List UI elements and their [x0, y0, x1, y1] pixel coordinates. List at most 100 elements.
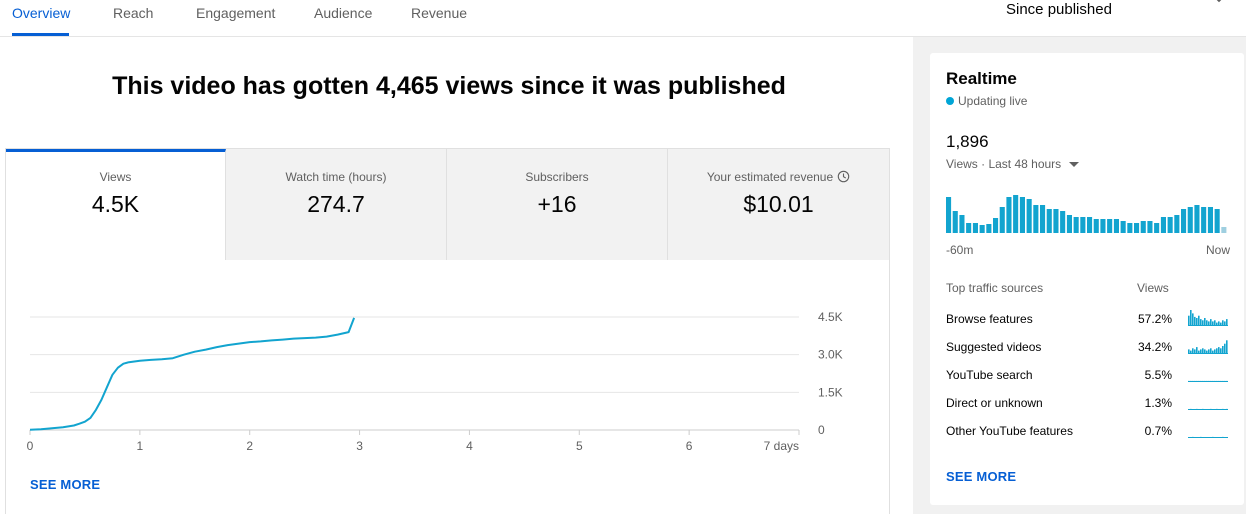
- realtime-bar[interactable]: [979, 225, 985, 233]
- tab-overview[interactable]: Overview: [12, 0, 70, 36]
- realtime-bar[interactable]: [966, 223, 972, 233]
- realtime-range-selector[interactable]: Views · Last 48 hours: [946, 157, 1080, 171]
- realtime-bar[interactable]: [993, 218, 999, 233]
- realtime-bar[interactable]: [1026, 199, 1032, 233]
- realtime-bar[interactable]: [1221, 227, 1227, 233]
- realtime-bar[interactable]: [1040, 205, 1046, 233]
- realtime-bar[interactable]: [1060, 211, 1066, 233]
- traffic-sparkline: [1188, 408, 1228, 410]
- realtime-bar[interactable]: [1147, 221, 1153, 233]
- realtime-bar[interactable]: [986, 224, 992, 233]
- realtime-bar[interactable]: [952, 211, 958, 233]
- sparkline-bar: [1210, 380, 1212, 382]
- sparkline-bar: [1214, 349, 1216, 354]
- realtime-bar[interactable]: [1013, 195, 1019, 233]
- realtime-bar[interactable]: [1167, 217, 1173, 233]
- realtime-bar[interactable]: [946, 197, 952, 233]
- realtime-bar[interactable]: [1207, 207, 1213, 233]
- sparkline-bar: [1204, 349, 1206, 354]
- realtime-axis-start: -60m: [946, 243, 974, 257]
- realtime-panel-bg: Realtime Updating live 1,896 Views · Las…: [913, 37, 1246, 514]
- see-more-link[interactable]: SEE MORE: [30, 477, 100, 492]
- sparkline-bar: [1206, 380, 1208, 382]
- realtime-bar[interactable]: [1140, 221, 1146, 233]
- realtime-bar[interactable]: [1127, 223, 1133, 233]
- sparkline-bar: [1202, 408, 1204, 410]
- realtime-bar[interactable]: [972, 223, 978, 233]
- realtime-bar[interactable]: [1120, 221, 1126, 233]
- sparkline-bar: [1222, 320, 1224, 326]
- sparkline-bar: [1212, 321, 1214, 326]
- realtime-bar[interactable]: [1187, 207, 1193, 233]
- sparkline-bar: [1212, 380, 1214, 382]
- realtime-bar[interactable]: [999, 207, 1005, 233]
- realtime-bar[interactable]: [1160, 217, 1166, 233]
- traffic-source-row: YouTube search 5.5%: [946, 368, 1230, 388]
- period-selector[interactable]: Since published: [1006, 1, 1112, 18]
- realtime-bar[interactable]: [1201, 207, 1207, 233]
- tab-reach[interactable]: Reach: [113, 0, 153, 36]
- sparkline-bar: [1224, 380, 1226, 382]
- sparkline-bar: [1196, 318, 1198, 326]
- realtime-bar[interactable]: [1113, 219, 1119, 233]
- traffic-source-percent: 0.7%: [1144, 424, 1172, 438]
- sparkline-bar: [1220, 322, 1222, 326]
- sparkline-bar: [1200, 436, 1202, 438]
- sparkline-bar: [1214, 380, 1216, 382]
- sparkline-bar: [1200, 380, 1202, 382]
- sparkline-bar: [1226, 408, 1228, 410]
- sparkline-bar: [1226, 380, 1228, 382]
- realtime-bar[interactable]: [1174, 215, 1180, 233]
- chevron-down-icon[interactable]: [1212, 0, 1226, 6]
- sparkline-bar: [1218, 321, 1220, 326]
- realtime-bar[interactable]: [1053, 209, 1059, 233]
- metrics-card: Views 4.5K Watch time (hours) 274.7 Subs…: [5, 148, 890, 514]
- realtime-bar[interactable]: [1006, 197, 1012, 233]
- traffic-source-name: YouTube search: [946, 368, 1033, 382]
- realtime-bar[interactable]: [1181, 209, 1187, 233]
- realtime-bar[interactable]: [1093, 219, 1099, 233]
- realtime-title: Realtime: [946, 69, 1017, 88]
- tab-audience[interactable]: Audience: [314, 0, 372, 36]
- realtime-bar[interactable]: [1080, 217, 1086, 233]
- traffic-source-name: Browse features: [946, 312, 1033, 326]
- realtime-bar[interactable]: [1214, 209, 1220, 233]
- realtime-bar[interactable]: [1073, 217, 1079, 233]
- realtime-see-more-link[interactable]: SEE MORE: [946, 469, 1016, 484]
- realtime-bar[interactable]: [959, 215, 965, 233]
- realtime-bar[interactable]: [1134, 223, 1140, 233]
- y-tick-label: 3.0K: [818, 348, 843, 362]
- live-status: Updating live: [946, 94, 1027, 108]
- sparkline-bar: [1210, 319, 1212, 326]
- traffic-source-percent: 1.3%: [1144, 396, 1172, 410]
- sparkline-bar: [1192, 348, 1194, 354]
- sparkline-bar: [1202, 380, 1204, 382]
- realtime-bar[interactable]: [1194, 205, 1200, 233]
- sparkline-bar: [1196, 380, 1198, 382]
- realtime-bar[interactable]: [1046, 209, 1052, 233]
- traffic-sources-header: Top traffic sources: [946, 281, 1044, 295]
- realtime-bar[interactable]: [1033, 205, 1039, 233]
- realtime-range-label: Views · Last 48 hours: [946, 157, 1062, 171]
- traffic-source-row: Direct or unknown 1.3%: [946, 396, 1230, 416]
- realtime-bar[interactable]: [1066, 215, 1072, 233]
- sparkline-bar: [1188, 349, 1190, 354]
- realtime-bar[interactable]: [1019, 197, 1025, 233]
- tab-engagement[interactable]: Engagement: [196, 0, 275, 36]
- caret-down-icon: [1069, 162, 1080, 167]
- realtime-bar[interactable]: [1087, 217, 1093, 233]
- realtime-bar[interactable]: [1154, 223, 1160, 233]
- sparkline-bar: [1218, 380, 1220, 382]
- realtime-bar[interactable]: [1107, 219, 1113, 233]
- tab-revenue[interactable]: Revenue: [411, 0, 467, 36]
- sparkline-bar: [1206, 350, 1208, 354]
- sparkline-bar: [1208, 349, 1210, 354]
- sparkline-bar: [1190, 350, 1192, 354]
- realtime-bar[interactable]: [1100, 219, 1106, 233]
- traffic-sparkline: [1188, 310, 1228, 326]
- sparkline-bar: [1224, 343, 1226, 354]
- x-tick-label: 1: [137, 439, 144, 453]
- sparkline-bar: [1192, 380, 1194, 382]
- sparkline-bar: [1212, 350, 1214, 354]
- sparkline-bar: [1222, 408, 1224, 410]
